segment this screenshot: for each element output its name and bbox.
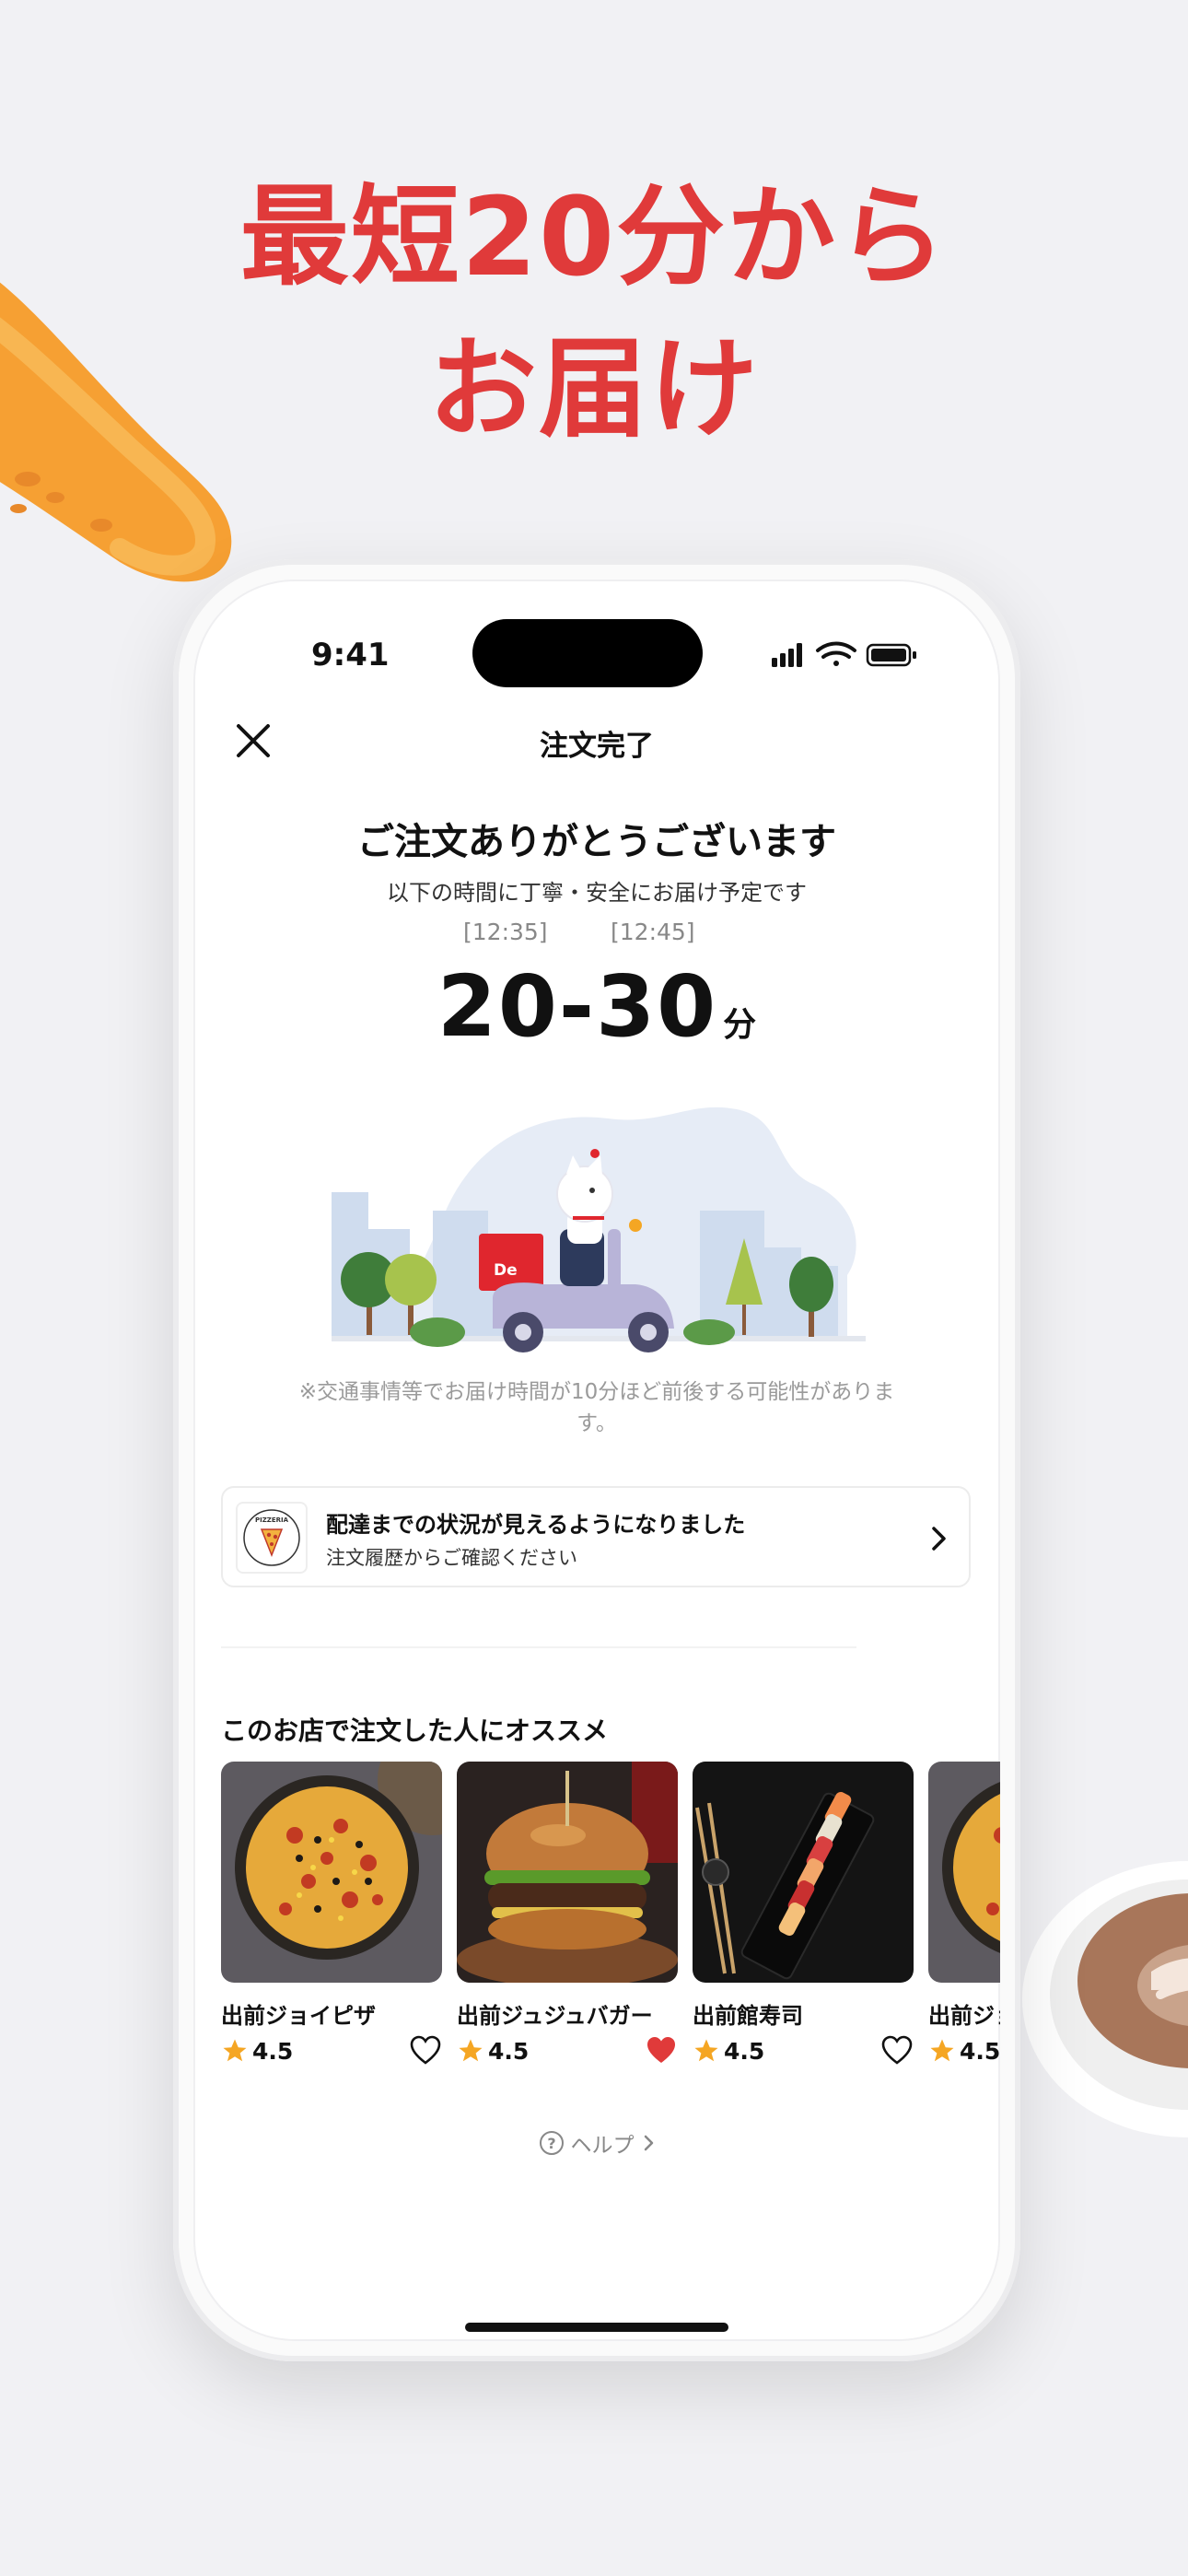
heart-filled-icon[interactable]	[645, 2034, 678, 2066]
recommend-card[interactable]: 出前ジョイピザ 4.5	[221, 1762, 442, 2065]
heart-outline-icon[interactable]	[409, 2034, 442, 2066]
chevron-right-icon	[932, 1527, 946, 1551]
delivery-subheading: 以下の時間に丁寧・安全にお届け予定です	[387, 880, 807, 906]
question-circle-icon: ?	[539, 2131, 564, 2155]
logo-text: PIZZERIA	[255, 1516, 289, 1524]
order-status-card[interactable]: PIZZERIA 配達までの状況が見えるようになりました 注文履歴からご確認くだ…	[221, 1486, 971, 1587]
recommend-card[interactable]: 出前ジョ 4.5	[928, 1762, 1000, 2065]
pizza-image	[928, 1762, 1000, 1983]
rating: 4.5	[457, 2035, 529, 2067]
dynamic-island	[472, 619, 703, 687]
eta-minutes: 20-30	[437, 957, 718, 1056]
page-title: 注文完了	[540, 730, 654, 763]
eta-display: 20-30 分	[193, 957, 1000, 1056]
star-icon	[694, 2039, 718, 2062]
heart-outline-icon[interactable]	[880, 2034, 914, 2066]
eta-unit: 分	[723, 1006, 757, 1044]
rating-value: 4.5	[488, 2037, 530, 2065]
recommend-name: 出前館寿司	[693, 2003, 803, 2029]
shop-logo: PIZZERIA	[236, 1502, 308, 1574]
recommend-name: 出前ジョ	[928, 2003, 1000, 2029]
help-label: ヘルプ	[570, 2134, 635, 2158]
status-bar-icons	[772, 641, 916, 667]
recommend-name: 出前ジョイピザ	[221, 2003, 376, 2029]
recommend-title: このお店で注文した人にオススメ	[221, 1715, 609, 1746]
recommend-card[interactable]: 出前館寿司 4.5	[693, 1762, 914, 2065]
star-icon	[459, 2039, 483, 2062]
wifi-icon	[816, 641, 856, 666]
burger-image	[457, 1762, 678, 1983]
star-icon	[223, 2039, 247, 2062]
coffee-cup-illustration	[1022, 1861, 1188, 2137]
rating: 4.5	[221, 2035, 293, 2067]
recommend-name: 出前ジュジュバガー	[457, 2003, 653, 2029]
delivery-scooter-illustration: De	[332, 1107, 866, 1352]
scooter-box-label: De	[494, 1261, 518, 1280]
help-link[interactable]: ? ヘルプ	[193, 2127, 1000, 2159]
eta-end-time: [12:45]	[611, 919, 695, 945]
cellular-signal-icon	[772, 643, 802, 667]
status-card-title: 配達までの状況が見えるようになりました	[326, 1512, 746, 1538]
pizza-image	[221, 1762, 442, 1983]
rating: 4.5	[928, 2035, 1000, 2067]
fried-shrimp-illustration	[0, 282, 232, 582]
home-indicator[interactable]	[465, 2323, 728, 2332]
eta-start-time: [12:35]	[463, 919, 548, 945]
delivery-time-note: ※交通事情等でお届け時間が10分ほど前後する可能性があります。	[298, 1380, 895, 1435]
star-icon	[930, 2039, 954, 2062]
pizzeria-logo-icon: PIZZERIA	[243, 1509, 300, 1566]
status-card-subtitle: 注文履歴からご確認ください	[326, 1547, 577, 1569]
battery-icon	[866, 643, 916, 667]
phone-frame: 9:41 注文完了 ご注文ありがとうございます 以下の時間に丁寧・安全にお届け予…	[173, 559, 1020, 2361]
rating-value: 4.5	[252, 2037, 294, 2065]
rating: 4.5	[693, 2035, 764, 2067]
status-bar-time: 9:41	[311, 637, 390, 673]
phone-screen: 9:41 注文完了 ご注文ありがとうございます 以下の時間に丁寧・安全にお届け予…	[193, 580, 1000, 2341]
recommend-list: 出前ジョイピザ 4.5 出前ジュジュバガー 4.5 出前館寿司 4.5 出前ジ …	[221, 1762, 1000, 2066]
rating-value: 4.5	[960, 2037, 1000, 2065]
recommend-card[interactable]: 出前ジュジュバガー 4.5	[457, 1762, 678, 2065]
sushi-image	[693, 1762, 914, 1983]
chevron-right-icon	[644, 2135, 653, 2151]
section-divider	[221, 1646, 856, 1648]
rating-value: 4.5	[724, 2037, 765, 2065]
svg-text:?: ?	[547, 2135, 555, 2152]
thanks-heading: ご注文ありがとうございます	[357, 821, 836, 863]
